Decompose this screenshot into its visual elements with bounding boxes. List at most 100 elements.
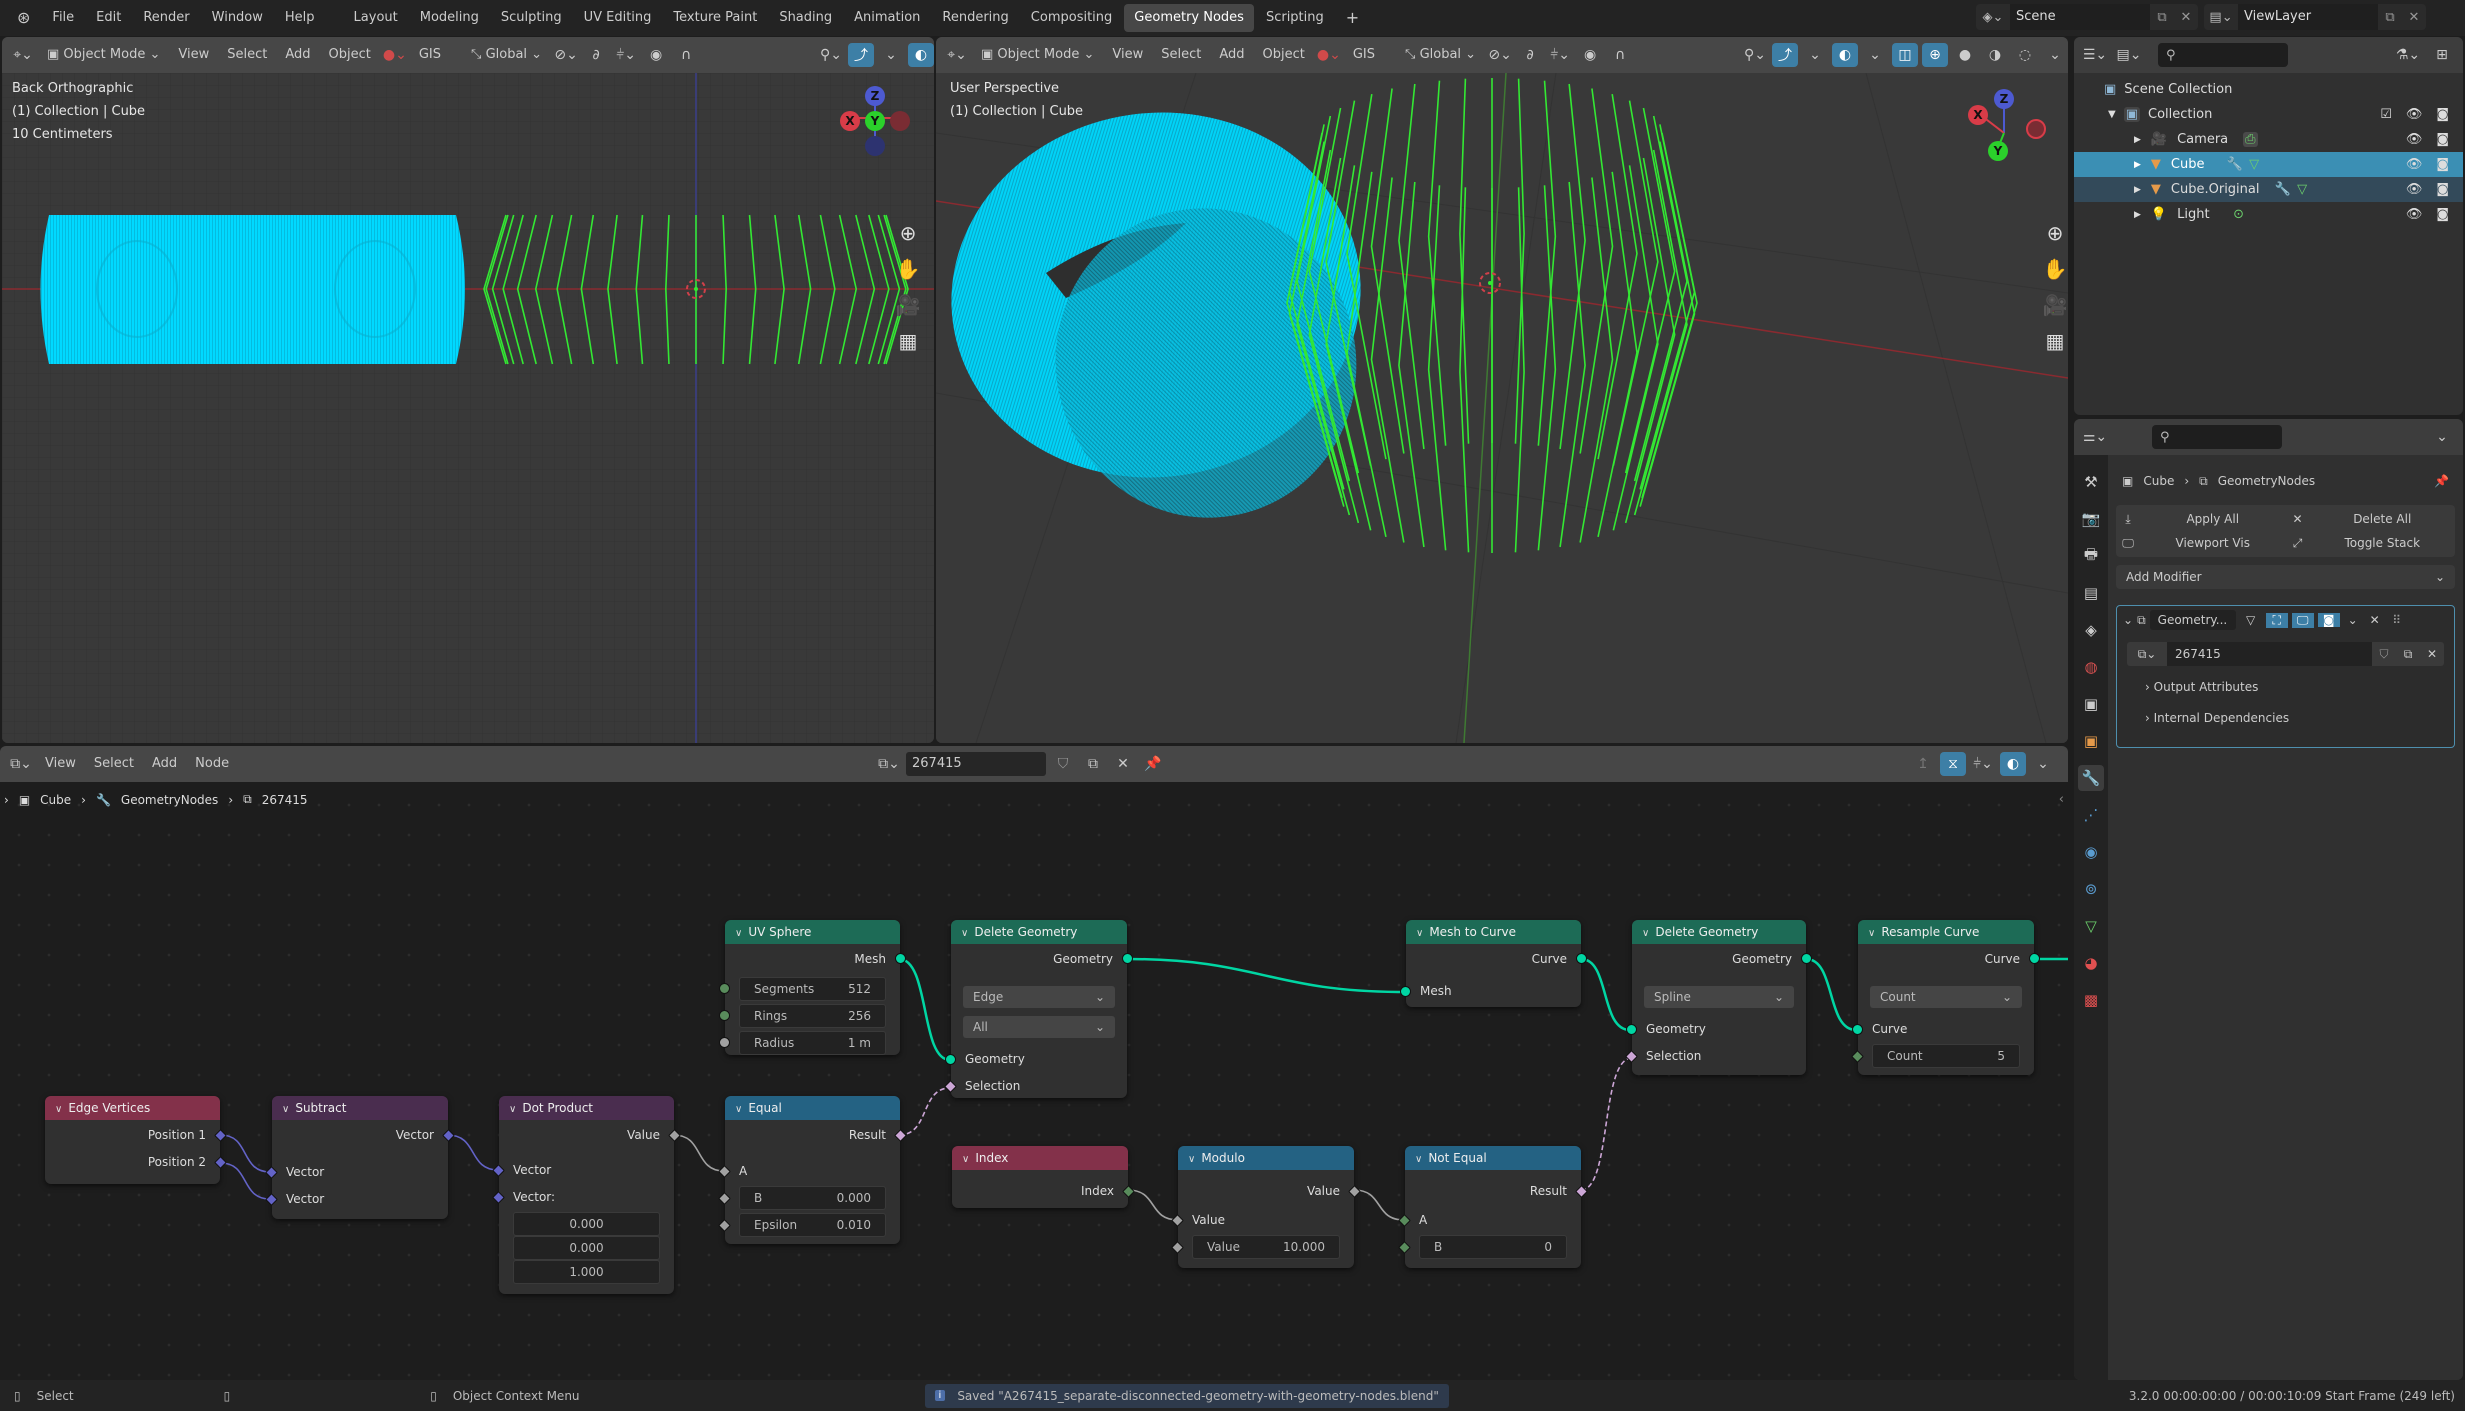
- editor-type-icon[interactable]: ⌖⌄: [10, 43, 36, 67]
- outliner-scene-collection[interactable]: ▣ Scene Collection: [2074, 77, 2463, 102]
- output-attributes-panel[interactable]: › Output Attributes: [2145, 680, 2454, 700]
- falloff-icon[interactable]: ∩: [1607, 43, 1633, 67]
- shading-solid-icon[interactable]: ●: [1952, 43, 1978, 67]
- gis-icon[interactable]: ●⌄: [1316, 43, 1342, 67]
- render-camera-icon[interactable]: ◙: [2436, 132, 2449, 147]
- gizmo-neg-x-axis[interactable]: [890, 111, 910, 131]
- shading-wireframe-icon[interactable]: ⊕: [1922, 43, 1948, 67]
- modifier-name-field[interactable]: Geometry...: [2149, 610, 2236, 630]
- data-tab-icon[interactable]: ▽: [2078, 913, 2104, 939]
- gizmo-y-axis[interactable]: Y: [865, 111, 885, 131]
- tab-modeling[interactable]: Modeling: [410, 4, 489, 32]
- input-socket-mesh[interactable]: [1400, 986, 1411, 997]
- outliner-item-cube-original[interactable]: ▶ ▼ Cube.Original 🔧 ▽ 👁 ◙: [2074, 177, 2463, 202]
- display-mode-icon[interactable]: ☰⌄: [2082, 43, 2108, 67]
- filter-view-icon[interactable]: ▤⌄: [2116, 43, 2142, 67]
- snap-icon[interactable]: ∂: [583, 43, 609, 67]
- gizmo-z-axis[interactable]: Z: [1994, 89, 2014, 109]
- tab-rendering[interactable]: Rendering: [932, 4, 1018, 32]
- gizmo-x-axis[interactable]: X: [840, 111, 860, 131]
- menu-add[interactable]: Add: [1212, 43, 1251, 67]
- input-socket-rings[interactable]: [719, 1010, 730, 1021]
- view-layer-selector[interactable]: ▤⌄ ViewLayer ⧉ ✕: [2204, 4, 2426, 30]
- vector-z-field[interactable]: 1.000: [513, 1260, 660, 1284]
- tab-scripting[interactable]: Scripting: [1256, 4, 1334, 32]
- output-socket-mesh[interactable]: [895, 953, 906, 964]
- viewport-toggle-icon[interactable]: 🖵: [2291, 612, 2314, 628]
- menu-node[interactable]: Node: [188, 752, 236, 776]
- modifier-menu-chevron-icon[interactable]: ⌄: [2344, 613, 2362, 627]
- radius-field[interactable]: Radius 1 m: [739, 1031, 886, 1055]
- visibility-icon[interactable]: ⚲⌄: [818, 43, 844, 67]
- zoom-icon[interactable]: ⊕: [2040, 218, 2068, 248]
- node-header[interactable]: ∨ Equal: [725, 1096, 900, 1120]
- mesh-data-icon[interactable]: ▽: [2297, 182, 2307, 197]
- on-cage-toggle-icon[interactable]: ⛶: [2265, 612, 2288, 628]
- fake-user-shield-icon[interactable]: ⛉: [1050, 752, 1076, 776]
- gizmo-toggle-icon[interactable]: ⤴: [1772, 43, 1798, 67]
- viewport-vis-button[interactable]: 🖵 Viewport Vis: [2116, 536, 2286, 551]
- properties-search[interactable]: ⚲: [2152, 425, 2282, 449]
- proportional-edit-icon[interactable]: ◉: [643, 43, 669, 67]
- gizmo-toggle-icon[interactable]: ⤴: [848, 43, 874, 67]
- viewport-back-ortho[interactable]: ⌖⌄ ▣ Object Mode ⌄ View Select Add Objec…: [2, 37, 934, 743]
- eye-icon[interactable]: 👁: [2406, 132, 2423, 147]
- input-socket-geometry[interactable]: [1626, 1024, 1637, 1035]
- node-modulo[interactable]: ∨ Modulo Value Value Value 10.000: [1171, 1146, 1361, 1268]
- snap-increment-icon[interactable]: ⫩⌄: [613, 43, 639, 67]
- menu-view[interactable]: View: [1105, 43, 1150, 67]
- segments-field[interactable]: Segments 512: [739, 977, 886, 1001]
- gizmo-neg-x-axis[interactable]: [2026, 119, 2046, 139]
- overlay-menu-icon[interactable]: ⌄: [1862, 43, 1888, 67]
- node-mesh-to-curve[interactable]: ∨ Mesh to Curve Curve Mesh: [1400, 920, 1587, 1007]
- delete-scene-icon[interactable]: ✕: [2174, 10, 2198, 25]
- vector-x-field[interactable]: 0.000: [513, 1212, 660, 1236]
- output-tab-icon[interactable]: 🖶: [2078, 543, 2104, 569]
- snap-element-icon[interactable]: ⫩⌄: [1970, 752, 1996, 776]
- node-delete-geometry-1[interactable]: ∨ Delete Geometry Geometry Edge ⌄ All ⌄ Geo…: [944, 920, 1133, 1098]
- constraints-tab-icon[interactable]: ⊚: [2078, 876, 2104, 902]
- ortho-grid-icon[interactable]: ▦: [893, 326, 923, 356]
- tab-sculpting[interactable]: Sculpting: [491, 4, 572, 32]
- scene-name[interactable]: Scene: [2010, 4, 2150, 30]
- pin-icon[interactable]: 📌: [1140, 752, 1166, 776]
- render-toggle-icon[interactable]: ◙: [2317, 613, 2340, 627]
- delete-all-button[interactable]: ✕ Delete All: [2286, 512, 2456, 526]
- collapse-chevron-icon[interactable]: ∨: [1188, 1148, 1195, 1172]
- pin-icon[interactable]: 📌: [2434, 474, 2449, 488]
- collection-tab-icon[interactable]: ▣: [2078, 691, 2104, 717]
- vector-y-field[interactable]: 0.000: [513, 1236, 660, 1260]
- gizmo-x-axis[interactable]: X: [1968, 105, 1988, 125]
- view-layer-tab-icon[interactable]: ▤: [2078, 580, 2104, 606]
- parent-node-tree-icon[interactable]: ↥: [1910, 752, 1936, 776]
- expand-arrow-icon[interactable]: ▶: [2134, 160, 2141, 170]
- viewport-canvas-right[interactable]: User Perspective (1) Collection | Cube Z…: [936, 73, 2068, 743]
- particles-tab-icon[interactable]: ⋰: [2078, 802, 2104, 828]
- gizmo-menu-icon[interactable]: ⌄: [1802, 43, 1828, 67]
- viewport-canvas-left[interactable]: Back Orthographic (1) Collection | Cube …: [2, 73, 934, 743]
- sidebar-toggle-icon[interactable]: ‹: [2059, 792, 2064, 807]
- b-field[interactable]: B 0.000: [739, 1186, 886, 1210]
- camera-view-icon[interactable]: 🎥: [893, 290, 923, 320]
- menu-view[interactable]: View: [171, 43, 216, 67]
- node-equal[interactable]: ∨ Equal Result A B 0.000 Epsilon 0.010: [718, 1096, 907, 1244]
- pan-hand-icon[interactable]: ✋: [2040, 254, 2068, 284]
- b-field[interactable]: B0: [1419, 1235, 1567, 1259]
- node-group-field[interactable]: 267415: [906, 752, 1046, 776]
- expand-arrow-icon[interactable]: ▶: [2134, 185, 2141, 195]
- outliner-search[interactable]: ⚲: [2158, 43, 2288, 67]
- output-socket-curve[interactable]: [1576, 953, 1587, 964]
- expand-arrow-icon[interactable]: ▶: [2134, 135, 2141, 145]
- new-view-layer-icon[interactable]: ⧉: [2378, 10, 2402, 25]
- modifier-wrench-icon[interactable]: 🔧: [2227, 157, 2243, 172]
- node-editor-canvas[interactable]: › ▣ Cube › 🔧 GeometryNodes › ⧉ 267415 ∨ …: [0, 782, 2068, 1380]
- orientation-selector[interactable]: ⤡ Global ⌄: [1398, 43, 1483, 67]
- node-header[interactable]: ∨ Not Equal: [1405, 1146, 1581, 1170]
- xray-toggle-icon[interactable]: ◫: [1892, 43, 1918, 67]
- scene-selector[interactable]: ◈⌄ Scene ⧉ ✕: [1976, 4, 2198, 30]
- mode-dropdown[interactable]: Count ⌄: [1870, 986, 2022, 1008]
- outliner-collection[interactable]: ▼ ▣ Collection ☑ 👁 ◙: [2074, 102, 2463, 127]
- node-header[interactable]: ∨ Dot Product: [499, 1096, 674, 1120]
- orientation-selector[interactable]: ⤡ Global ⌄: [464, 43, 549, 67]
- mode-selector[interactable]: ▣ Object Mode ⌄: [974, 43, 1101, 67]
